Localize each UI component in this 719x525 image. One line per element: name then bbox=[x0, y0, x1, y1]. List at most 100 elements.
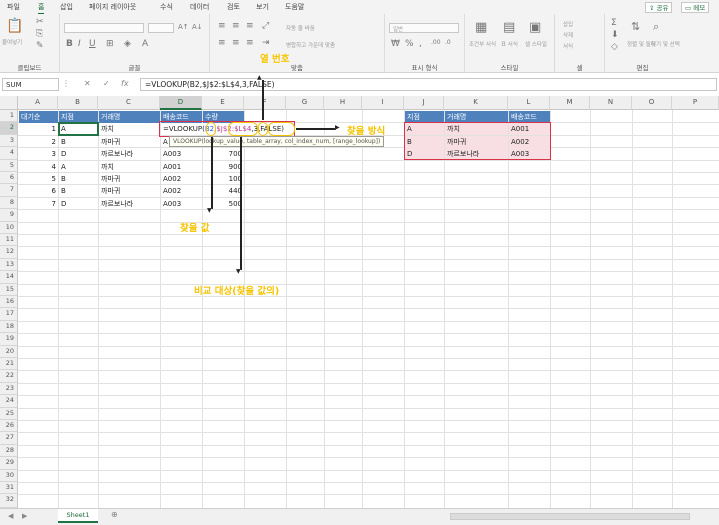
italic-icon[interactable]: I bbox=[78, 39, 81, 49]
sort-filter-icon[interactable]: ⇅ bbox=[631, 20, 640, 33]
row-header-9[interactable]: 9 bbox=[0, 209, 18, 222]
number-format-select[interactable]: 일반 bbox=[389, 23, 459, 33]
table-cell[interactable]: B bbox=[59, 173, 98, 185]
row-header-2[interactable]: 2 bbox=[0, 122, 18, 135]
row-header-18[interactable]: 18 bbox=[0, 320, 18, 334]
table-cell[interactable]: A002 bbox=[161, 185, 202, 197]
row-header-26[interactable]: 26 bbox=[0, 420, 18, 433]
grow-font-icon[interactable]: A↑ bbox=[178, 23, 189, 31]
add-sheet-icon[interactable]: ⊕ bbox=[111, 510, 118, 519]
row-header-25[interactable]: 25 bbox=[0, 407, 18, 420]
font-family-select[interactable] bbox=[64, 23, 144, 33]
row-header-28[interactable]: 28 bbox=[0, 444, 18, 458]
align-bottom-icon[interactable]: ≡ bbox=[246, 21, 254, 31]
align-top-icon[interactable]: ≡ bbox=[218, 21, 226, 31]
left-table-header-trade[interactable]: 거래명 bbox=[99, 111, 160, 123]
table-cell[interactable]: 1 bbox=[19, 123, 58, 135]
row-header-31[interactable]: 31 bbox=[0, 482, 18, 495]
right-table-header-trade[interactable]: 거래명 bbox=[445, 111, 508, 123]
column-header-h[interactable]: H bbox=[324, 96, 362, 110]
column-header-o[interactable]: O bbox=[632, 96, 672, 110]
table-cell[interactable]: A003 bbox=[161, 148, 202, 160]
font-color-icon[interactable]: A bbox=[142, 39, 148, 49]
row-header-12[interactable]: 12 bbox=[0, 246, 18, 259]
table-cell[interactable]: A002 bbox=[161, 173, 202, 185]
row-header-8[interactable]: 8 bbox=[0, 196, 18, 210]
column-header-m[interactable]: M bbox=[550, 96, 590, 110]
table-cell[interactable]: A bbox=[59, 161, 98, 173]
column-header-g[interactable]: G bbox=[286, 96, 324, 110]
column-header-l[interactable]: L bbox=[508, 96, 550, 110]
currency-icon[interactable]: ₩ bbox=[391, 39, 400, 49]
row-header-15[interactable]: 15 bbox=[0, 283, 18, 296]
row-header-17[interactable]: 17 bbox=[0, 308, 18, 321]
horizontal-scrollbar[interactable] bbox=[450, 513, 690, 520]
comment-button[interactable]: ▭ 메모 bbox=[681, 2, 710, 13]
table-cell[interactable]: D bbox=[59, 198, 98, 210]
align-right-icon[interactable]: ≡ bbox=[246, 38, 254, 48]
row-header-7[interactable]: 7 bbox=[0, 184, 18, 197]
row-header-24[interactable]: 24 bbox=[0, 395, 18, 408]
share-button[interactable]: ⇪ 공유 bbox=[645, 2, 673, 13]
right-table-header-branch[interactable]: 지점 bbox=[405, 111, 444, 123]
table-cell[interactable]: 까치 bbox=[99, 123, 160, 135]
comma-icon[interactable]: , bbox=[419, 39, 422, 49]
row-header-1[interactable]: 1 bbox=[0, 110, 18, 123]
wrap-text-button[interactable]: 자동 줄 바꿈 bbox=[286, 24, 315, 32]
row-header-22[interactable]: 22 bbox=[0, 370, 18, 383]
tab-view[interactable]: 보기 bbox=[256, 2, 269, 12]
tab-help[interactable]: 도움말 bbox=[285, 2, 304, 12]
row-header-13[interactable]: 13 bbox=[0, 258, 18, 272]
column-header-c[interactable]: C bbox=[98, 96, 160, 110]
column-header-b[interactable]: B bbox=[58, 96, 98, 110]
fill-icon[interactable]: ⬇ bbox=[611, 30, 619, 40]
row-header-6[interactable]: 6 bbox=[0, 172, 18, 185]
orientation-icon[interactable]: ⤢ bbox=[262, 21, 269, 31]
cancel-icon[interactable]: ✕ bbox=[84, 79, 91, 88]
paste-icon[interactable]: 📋 bbox=[6, 18, 23, 34]
indent-icon[interactable]: ⇥ bbox=[262, 38, 270, 48]
row-header-30[interactable]: 30 bbox=[0, 469, 18, 482]
table-cell[interactable]: 440 bbox=[203, 185, 244, 197]
increase-decimal-icon[interactable]: .00 bbox=[431, 39, 441, 46]
table-cell[interactable]: 4 bbox=[19, 161, 58, 173]
row-header-20[interactable]: 20 bbox=[0, 345, 18, 358]
table-cell[interactable]: 700 bbox=[203, 148, 244, 160]
row-header-11[interactable]: 11 bbox=[0, 234, 18, 247]
insert-cells-button[interactable]: 삽입 bbox=[563, 20, 573, 28]
tab-insert[interactable]: 삽입 bbox=[60, 2, 73, 12]
column-header-e[interactable]: E bbox=[202, 96, 244, 110]
sheet-tab-sheet1[interactable]: Sheet1 bbox=[58, 509, 98, 523]
table-cell[interactable]: 까르보나라 bbox=[99, 198, 160, 210]
tab-file[interactable]: 파일 bbox=[7, 2, 20, 12]
percent-icon[interactable]: % bbox=[405, 39, 414, 49]
table-cell[interactable]: 까르보나라 bbox=[99, 148, 160, 160]
scroll-right-icon[interactable]: ▶ bbox=[22, 512, 27, 520]
format-cells-button[interactable]: 서식 bbox=[563, 42, 573, 50]
column-header-j[interactable]: J bbox=[404, 96, 444, 110]
shrink-font-icon[interactable]: A↓ bbox=[192, 23, 203, 31]
align-left-icon[interactable]: ≡ bbox=[218, 38, 226, 48]
table-cell[interactable]: D bbox=[59, 148, 98, 160]
column-header-d[interactable]: D bbox=[160, 96, 202, 110]
row-header-4[interactable]: 4 bbox=[0, 147, 18, 160]
enter-icon[interactable]: ✓ bbox=[103, 79, 110, 88]
table-cell[interactable]: 900 bbox=[203, 161, 244, 173]
row-header-19[interactable]: 19 bbox=[0, 333, 18, 346]
row-header-3[interactable]: 3 bbox=[0, 134, 18, 148]
bold-icon[interactable]: B bbox=[66, 39, 73, 49]
table-cell[interactable]: 2 bbox=[19, 136, 58, 148]
clear-icon[interactable]: ◇ bbox=[611, 42, 618, 52]
table-cell[interactable]: 5 bbox=[19, 173, 58, 185]
table-cell[interactable]: 6 bbox=[19, 185, 58, 197]
conditional-format-icon[interactable]: ▦ bbox=[475, 20, 487, 35]
column-header-n[interactable]: N bbox=[590, 96, 632, 110]
tab-page-layout[interactable]: 페이지 레이아웃 bbox=[89, 2, 136, 12]
font-size-select[interactable] bbox=[148, 23, 174, 33]
row-header-16[interactable]: 16 bbox=[0, 296, 18, 309]
fill-color-icon[interactable]: ◈ bbox=[124, 39, 131, 49]
find-select-icon[interactable]: ⌕ bbox=[653, 20, 659, 34]
row-header-32[interactable]: 32 bbox=[0, 494, 18, 508]
left-table-header-wait[interactable]: 대기순 bbox=[19, 111, 58, 123]
table-cell[interactable]: 100 bbox=[203, 173, 244, 185]
